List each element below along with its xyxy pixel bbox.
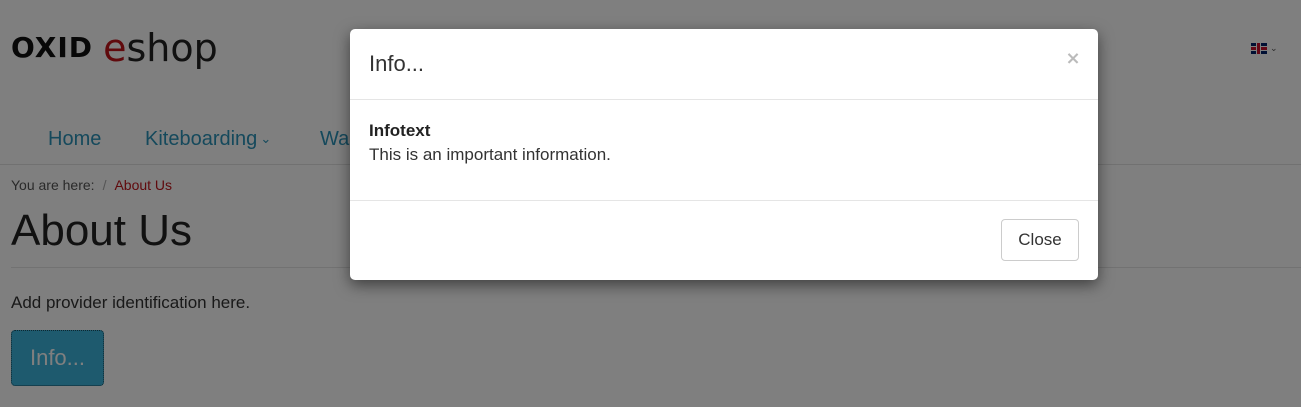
- modal-footer: Close: [350, 200, 1098, 280]
- modal-body: Infotext This is an important informatio…: [369, 120, 1079, 168]
- close-button[interactable]: Close: [1001, 219, 1079, 261]
- page: OXID eshop ⌄ Home Kiteboarding⌄ Wa You a…: [0, 0, 1301, 407]
- info-modal: Info... × Infotext This is an important …: [350, 29, 1098, 280]
- modal-title: Info...: [369, 51, 425, 76]
- modal-header: Info... ×: [350, 29, 1098, 100]
- close-icon[interactable]: ×: [1064, 49, 1082, 69]
- modal-body-text: This is an important information.: [369, 145, 611, 164]
- modal-body-heading: Infotext: [369, 121, 431, 140]
